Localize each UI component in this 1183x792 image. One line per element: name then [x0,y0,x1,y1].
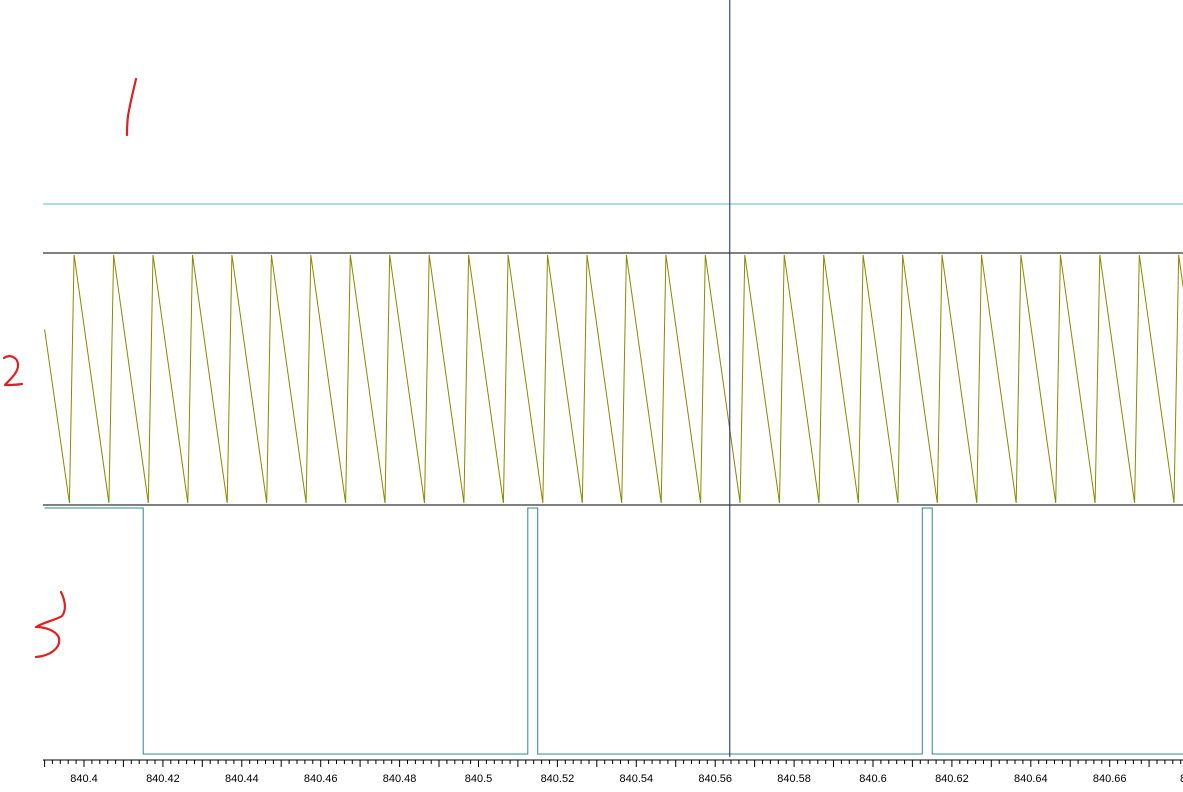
x-tick-label: 840.48 [383,773,417,785]
x-tick-label: 840.44 [225,773,259,785]
x-tick-label: 840.64 [1014,773,1048,785]
x-tick-label: 840.58 [777,773,811,785]
x-tick-label: 840.5 [465,773,493,785]
plot-background [0,0,1183,792]
x-tick-label: 840.62 [935,773,969,785]
x-tick-label: 840.66 [1093,773,1127,785]
x-tick-label: 840.6 [859,773,887,785]
x-tick-label: 840.52 [541,773,575,785]
waveform-canvas[interactable]: 840.4 840.42 840.44 840.46 840.48 840.5 840.52… [0,0,1183,792]
x-tick-label: 840.56 [698,773,732,785]
x-tick-label: 840.46 [304,773,338,785]
x-tick-label: 840.54 [619,773,653,785]
x-tick-label: 840.4 [70,773,98,785]
waveform-plot[interactable]: 840.4 840.42 840.44 840.46 840.48 840.5 840.52… [0,0,1183,792]
x-tick-label: 840.42 [146,773,180,785]
